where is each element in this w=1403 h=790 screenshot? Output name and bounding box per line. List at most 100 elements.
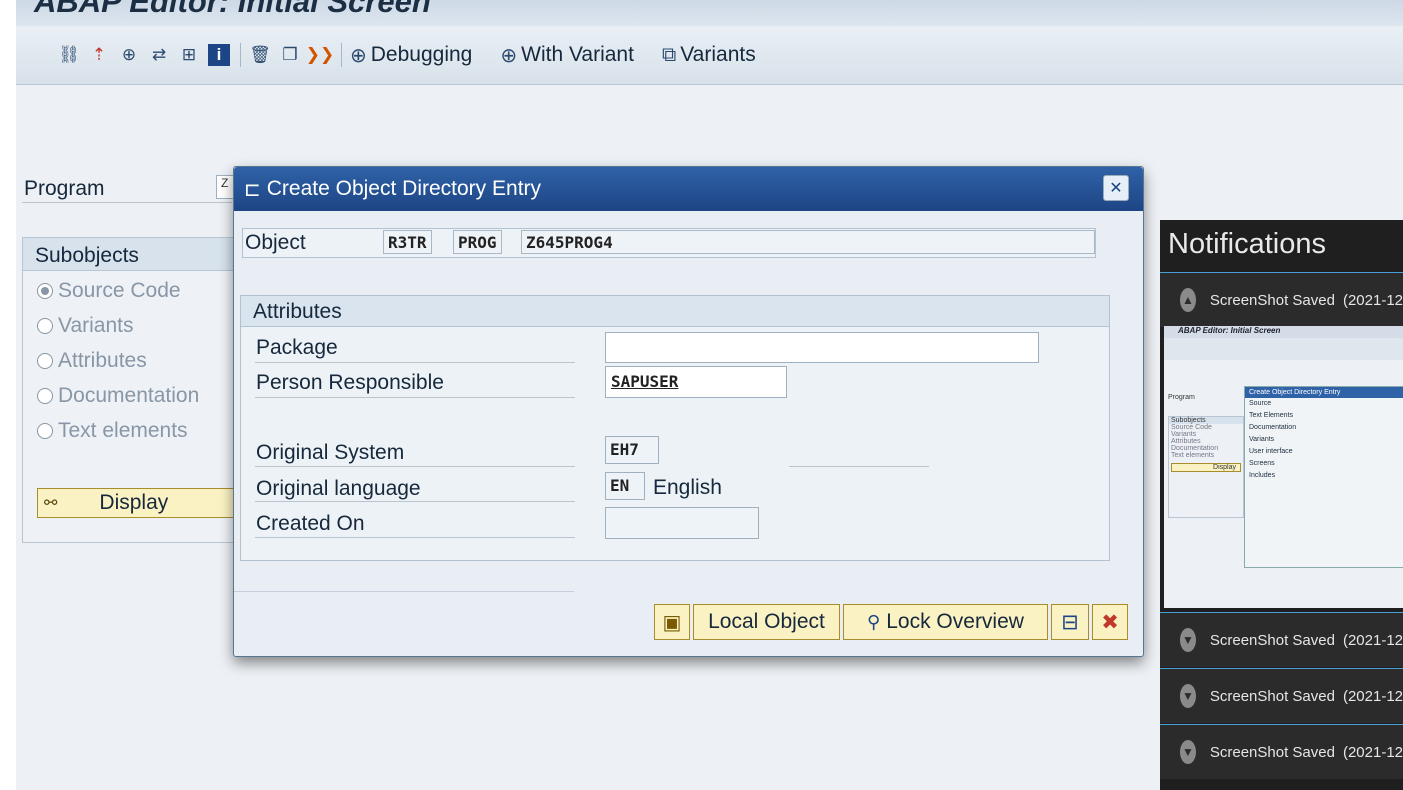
thumb-display: Display [1171,463,1241,472]
cancel-button[interactable]: ✖ [1092,604,1128,640]
display-button[interactable]: ⚯ Display [37,488,242,518]
package-label: Package [256,336,338,359]
notification-label: ScreenShot Saved [1209,743,1335,761]
thumb-check: Includes [1249,472,1276,479]
person-responsible-value: SAPUSER [611,372,679,391]
radio-icon [37,387,53,404]
thumb-toolbar [1164,338,1403,360]
info-icon[interactable]: i [208,44,230,66]
person-responsible-input[interactable]: SAPUSER [605,366,787,398]
radio-icon [37,352,53,369]
toolbar-separator [341,43,342,67]
object-row: Object R3TR PROG Z645PROG4 [242,228,1096,258]
radio-icon [37,317,53,334]
navigate-icon[interactable]: ⇄ [148,44,170,66]
created-on-field [605,507,759,539]
notification-time: (2021-12 [1342,743,1403,761]
program-underline [22,202,232,203]
radio-label: Documentation [58,383,200,407]
object-pgmid: R3TR [383,230,432,254]
screenshot-thumbnail[interactable]: ABAP Editor: Initial Screen Program Subo… [1164,326,1403,608]
chevron-down-icon[interactable]: ▼ [1180,684,1196,708]
dialog-window-icon: ⊏ [244,178,261,201]
orig-system-divider [789,466,929,467]
where-used-icon[interactable]: ⇡ [88,44,110,66]
radio-label: Text elements [58,418,188,442]
radio-icon [37,282,53,299]
local-object-label: Local Object [708,610,825,633]
thumb-check: Text Elements [1249,412,1293,419]
window-title: ABAP Editor: Initial Screen [34,0,431,19]
notifications-title: Notifications [1168,228,1326,260]
radio-variants[interactable]: Variants [23,308,263,343]
copy-icon[interactable]: ❐ [279,44,301,66]
execute-icon[interactable]: ⊕ [118,44,140,66]
rename-icon[interactable]: ❯❯ [306,44,335,66]
delete-icon[interactable]: 🗑 [249,44,271,66]
lock-overview-button[interactable]: ⚲ Lock Overview [843,604,1048,640]
object-list-icon[interactable]: ⛓ [58,44,80,66]
dialog-title: Create Object Directory Entry [266,177,542,200]
chevron-up-icon[interactable]: ▲ [1180,288,1196,312]
created-on-label: Created On [256,512,365,535]
save-button[interactable]: ▣ [654,604,690,640]
thumb-option: Text elements [1171,452,1215,459]
thumb-title: ABAP Editor: Initial Screen [1164,326,1403,338]
maintain-button[interactable]: ⊟ [1051,604,1089,640]
variants-icon: ⧉ [661,43,677,66]
package-input[interactable] [605,332,1039,363]
save-icon: ▣ [662,611,682,634]
thumb-option: Attributes [1171,438,1201,445]
orig-system-underline [255,466,575,467]
notification-item[interactable]: ▼ ScreenShot Saved (2021-12 [1160,668,1403,723]
execute-variant-icon: ⊕ [500,44,518,67]
close-icon[interactable]: ✕ [1103,175,1129,201]
object-type: PROG [453,230,502,254]
thumb-option: Source Code [1171,424,1212,431]
created-on-underline [255,537,575,538]
original-system-field: EH7 [605,436,659,464]
create-object-directory-dialog: ⊏ Create Object Directory Entry ✕ Object… [233,166,1144,657]
debugging-button[interactable]: ⊕ Debugging [350,43,472,68]
variants-button[interactable]: ⧉ Variants [662,43,756,67]
notification-time: (2021-12 [1342,631,1403,649]
original-system-label: Original System [256,441,405,464]
with-variant-label: With Variant [521,43,634,66]
person-underline [255,397,575,398]
display-label: Display [99,491,169,514]
local-object-button[interactable]: Local Object [693,604,840,640]
notification-item[interactable]: ▼ ScreenShot Saved (2021-12 [1160,724,1403,779]
person-responsible-label: Person Responsible [256,371,444,394]
package-underline [255,362,575,363]
radio-label: Variants [58,313,134,337]
hierarchy-icon[interactable]: ⊞ [178,44,200,66]
with-variant-button[interactable]: ⊕ With Variant [500,43,634,68]
toolbar-separator [240,43,241,67]
thumb-dialog-title: Create Object Directory Entry [1245,387,1403,398]
original-language-field: EN [605,472,645,500]
maintain-icon: ⊟ [1061,610,1079,634]
notification-item[interactable]: ▲ ScreenShot Saved (2021-12 [1160,272,1403,327]
subobjects-group: Subobjects Source Code Variants Attribut… [22,237,264,543]
chevron-down-icon[interactable]: ▼ [1180,740,1196,764]
radio-text-elements[interactable]: Text elements [23,413,263,448]
glasses-icon: ⚯ [44,495,58,512]
notification-item[interactable]: ▼ ScreenShot Saved (2021-12 [1160,612,1403,667]
cancel-icon: ✖ [1101,610,1119,634]
notification-label: ScreenShot Saved [1209,291,1335,309]
radio-source-code[interactable]: Source Code [23,273,263,308]
thumb-check: Screens [1249,460,1275,467]
radio-attributes[interactable]: Attributes [23,343,263,378]
notifications-panel: Notifications ▲ ScreenShot Saved (2021-1… [1160,220,1403,790]
radio-documentation[interactable]: Documentation [23,378,263,413]
radio-label: Source Code [58,278,181,302]
original-language-code: EN [610,476,630,495]
chevron-down-icon[interactable]: ▼ [1180,628,1196,652]
notification-time: (2021-12 [1342,291,1403,309]
attributes-title: Attributes [241,296,1109,327]
thumb-option: Variants [1171,431,1197,438]
thumb-option: Documentation [1171,445,1219,452]
notification-time: (2021-12 [1342,687,1403,705]
thumb-check: Documentation [1249,424,1297,431]
debug-icon: ⊕ [350,44,367,67]
